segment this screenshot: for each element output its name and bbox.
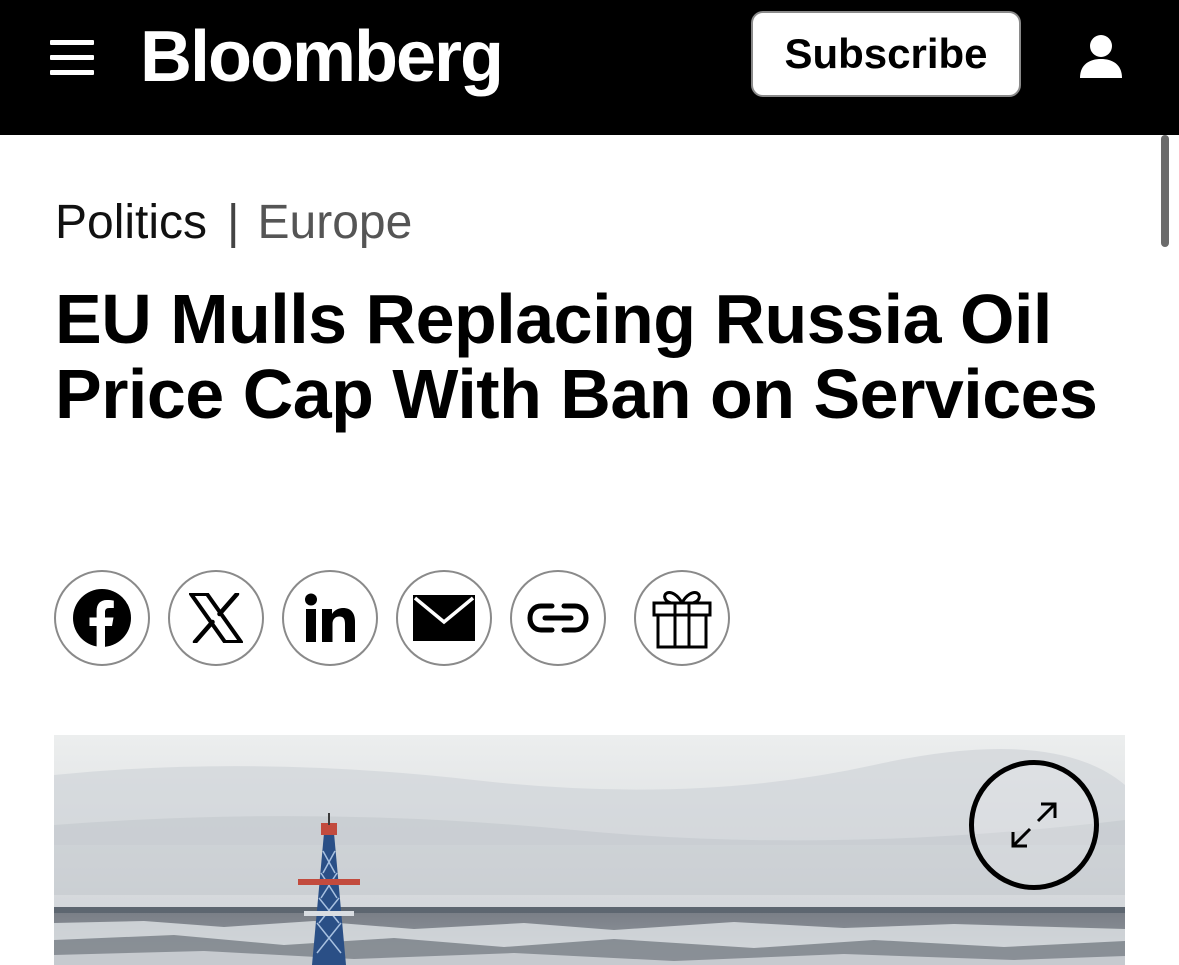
expand-arrows-icon <box>1011 802 1057 848</box>
top-nav-bar: Bloomberg Subscribe <box>0 0 1179 135</box>
scrollbar-thumb[interactable] <box>1161 135 1169 247</box>
breadcrumb-separator: | <box>227 196 240 249</box>
x-twitter-icon <box>189 593 243 643</box>
breadcrumb-region-link[interactable]: Europe <box>258 196 413 249</box>
facebook-icon <box>73 589 131 648</box>
user-account-icon[interactable] <box>1078 34 1124 78</box>
copy-link-icon <box>527 603 589 633</box>
hero-image-oil-rig[interactable] <box>54 735 1125 965</box>
copy-link-button[interactable] <box>510 570 606 666</box>
gift-article-button[interactable] <box>634 570 730 666</box>
share-facebook-button[interactable] <box>54 570 150 666</box>
hamburger-menu-icon[interactable] <box>50 40 94 76</box>
share-x-button[interactable] <box>168 570 264 666</box>
share-linkedin-button[interactable] <box>282 570 378 666</box>
expand-image-button[interactable] <box>969 760 1099 890</box>
breadcrumb-section-link[interactable]: Politics <box>55 196 207 249</box>
email-icon <box>413 595 475 641</box>
linkedin-icon <box>305 593 355 642</box>
gift-article-icon <box>652 591 712 649</box>
share-email-button[interactable] <box>396 570 492 666</box>
breadcrumb: Politics | Europe <box>55 192 412 254</box>
article-headline: EU Mulls Replacing Russia Oil Price Cap … <box>55 280 1098 433</box>
bloomberg-logo[interactable]: Bloomberg <box>140 12 504 102</box>
subscribe-button[interactable]: Subscribe <box>751 11 1021 97</box>
